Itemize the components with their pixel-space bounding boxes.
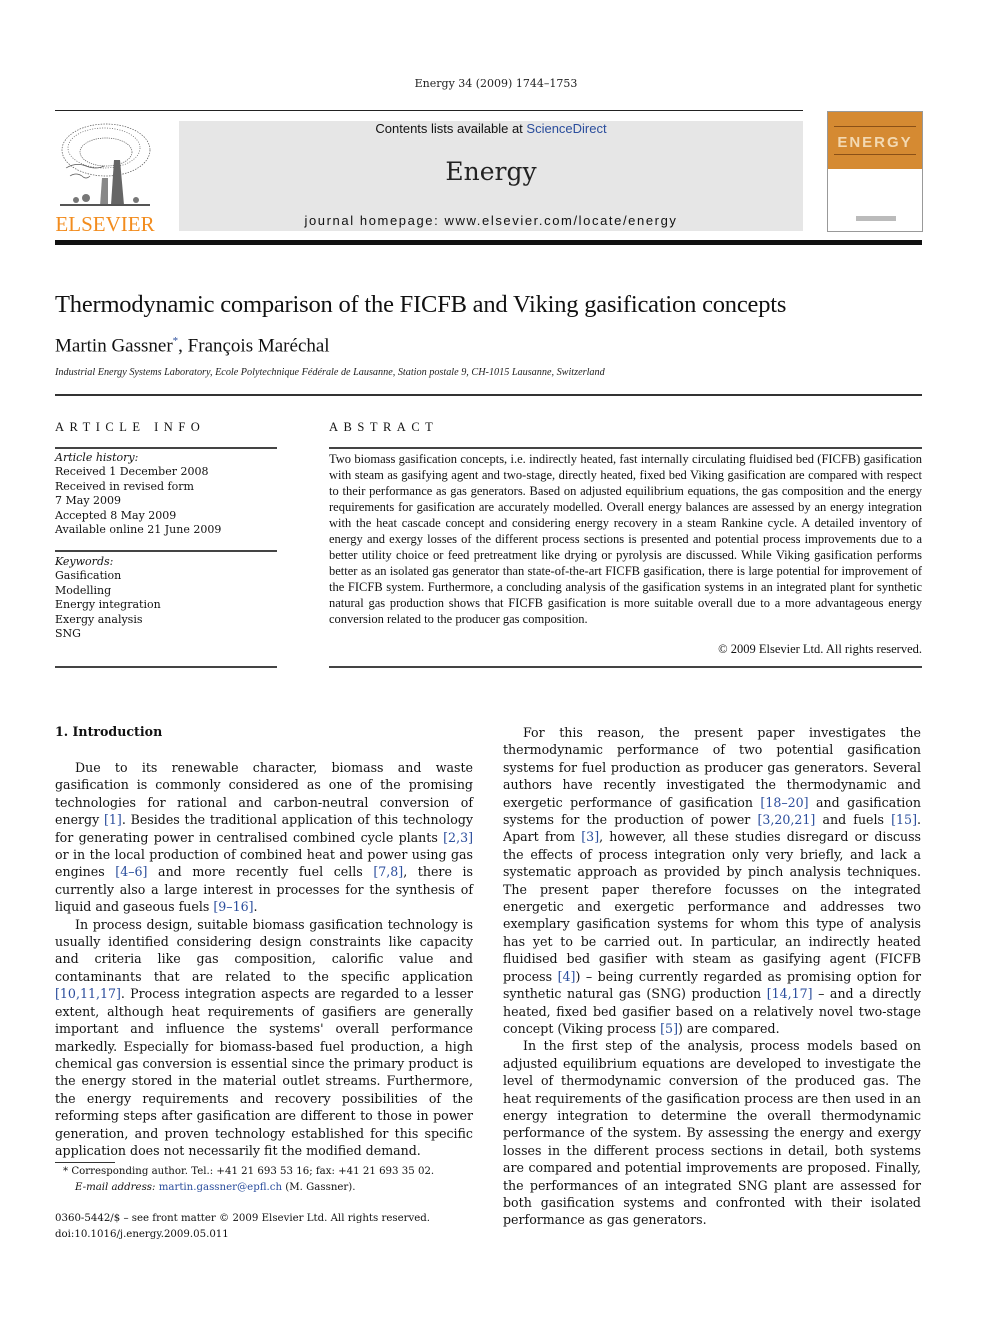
- author-separator: ,: [178, 335, 188, 357]
- abstract-rule: [329, 666, 922, 668]
- text-run: In the first step of the analysis, proce…: [503, 1038, 921, 1228]
- abstract-heading: ABSTRACT: [329, 420, 439, 434]
- cover-strip: [834, 154, 916, 155]
- footnote-rule: [55, 1162, 115, 1163]
- footnote-email-line: E-mail address: martin.gassner@epfl.ch (…: [55, 1180, 485, 1196]
- citation-link[interactable]: [3]: [581, 829, 599, 844]
- history-item: Available online 21 June 2009: [55, 523, 222, 537]
- article-info-rule: [55, 447, 277, 449]
- citation-link[interactable]: [4–6]: [115, 864, 147, 879]
- abstract-rule: [329, 447, 922, 449]
- article-info-rule: [55, 666, 277, 668]
- text-run: , however, all these studies disregard o…: [503, 829, 921, 984]
- front-matter: 0360-5442/$ – see front matter © 2009 El…: [55, 1211, 485, 1242]
- citation-link[interactable]: [1]: [104, 812, 122, 827]
- text-run: .: [253, 899, 258, 915]
- keyword: Gasification: [55, 569, 122, 583]
- history-label: Article history:: [55, 451, 139, 464]
- history-item: 7 May 2009: [55, 494, 122, 508]
- email-suffix: (M. Gassner).: [282, 1181, 356, 1193]
- citation-link[interactable]: [7,8]: [373, 864, 403, 879]
- paragraph: For this reason, the present paper inves…: [503, 724, 921, 1037]
- elsevier-logo[interactable]: ELSEVIER: [54, 120, 156, 236]
- text-run: In process design, suitable biomass gasi…: [55, 916, 473, 984]
- body-column-right: For this reason, the present paper inves…: [503, 724, 921, 1229]
- text-run: ) are compared.: [677, 1020, 780, 1036]
- journal-cover[interactable]: ENERGY: [827, 111, 923, 232]
- author-name[interactable]: Martin Gassner: [55, 335, 173, 356]
- abstract-copyright: © 2009 Elsevier Ltd. All rights reserved…: [718, 642, 922, 656]
- cover-title: ENERGY: [837, 134, 913, 151]
- citation-link[interactable]: [14,17]: [767, 986, 813, 1001]
- article-title: Thermodynamic comparison of the FICFB an…: [55, 291, 787, 318]
- paragraph: Due to its renewable character, biomass …: [55, 759, 473, 916]
- email-link[interactable]: martin.gassner@epfl.ch: [159, 1182, 282, 1193]
- article-info-heading: ARTICLE INFO: [55, 420, 206, 434]
- email-label: E-mail address:: [75, 1181, 156, 1193]
- article-info-rule: [55, 550, 277, 552]
- cover-sciencedirect-logo: [856, 216, 896, 221]
- author-list: Martin Gassner*, François Maréchal: [55, 335, 330, 357]
- citation-link[interactable]: [4]: [558, 969, 576, 984]
- citation-link[interactable]: [18–20]: [760, 795, 808, 810]
- keyword: Modelling: [55, 583, 112, 597]
- tree-icon: [60, 123, 151, 206]
- contents-prefix: Contents lists available at: [375, 121, 527, 136]
- paragraph: In process design, suitable biomass gasi…: [55, 916, 473, 1160]
- cover-top: ENERGY: [828, 112, 922, 169]
- section-heading: 1. Introduction: [55, 724, 163, 739]
- author-name[interactable]: François Maréchal: [188, 335, 330, 356]
- journal-name: Energy: [445, 157, 537, 186]
- text-run: . Process integration aspects are regard…: [55, 986, 473, 1158]
- footnote: * Corresponding author. Tel.: +41 21 693…: [55, 1164, 485, 1195]
- body-column-left: Due to its renewable character, biomass …: [55, 759, 473, 1159]
- journal-banner: Contents lists available at ScienceDirec…: [179, 121, 803, 231]
- paragraph: In the first step of the analysis, proce…: [503, 1037, 921, 1228]
- keywords-label: Keywords:: [55, 555, 114, 568]
- sciencedirect-link[interactable]: ScienceDirect: [526, 121, 606, 136]
- citation-link[interactable]: [10,11,17]: [55, 986, 121, 1001]
- running-head: Energy 34 (2009) 1744–1753: [414, 77, 578, 90]
- text-run: and more recently fuel cells: [147, 864, 374, 880]
- footnote-line: * Corresponding author. Tel.: +41 21 693…: [55, 1164, 485, 1180]
- history-item: Received in revised form: [55, 479, 194, 493]
- section-rule: [55, 394, 922, 396]
- keyword: SNG: [55, 627, 81, 641]
- citation-link[interactable]: [9–16]: [213, 899, 253, 914]
- citation-link[interactable]: [5]: [660, 1021, 678, 1036]
- text-run: and fuels: [815, 812, 892, 828]
- citation-link[interactable]: [3,20,21]: [757, 812, 815, 827]
- doi-line[interactable]: doi:10.1016/j.energy.2009.05.011: [55, 1227, 485, 1243]
- history-item: Accepted 8 May 2009: [55, 508, 177, 522]
- footnote-text: Corresponding author. Tel.: +41 21 693 5…: [68, 1166, 435, 1177]
- article-history: Article history: Received 1 December 200…: [55, 451, 277, 537]
- citation-link[interactable]: [2,3]: [443, 830, 473, 845]
- cover-strip: [834, 126, 916, 127]
- citation-link[interactable]: [15]: [891, 812, 917, 827]
- keyword: Exergy analysis: [55, 612, 143, 626]
- keyword: Energy integration: [55, 598, 161, 612]
- affiliation: Industrial Energy Systems Laboratory, Ec…: [55, 367, 605, 378]
- journal-homepage[interactable]: journal homepage: www.elsevier.com/locat…: [179, 213, 803, 228]
- history-item: Received 1 December 2008: [55, 465, 209, 479]
- issn-line: 0360-5442/$ – see front matter © 2009 El…: [55, 1213, 431, 1224]
- keywords: Keywords: Gasification Modelling Energy …: [55, 555, 277, 641]
- abstract-text: Two biomass gasification concepts, i.e. …: [329, 452, 922, 626]
- contents-line: Contents lists available at ScienceDirec…: [179, 121, 803, 136]
- publisher-name: ELSEVIER: [55, 212, 155, 236]
- header-thick-rule: [55, 240, 922, 245]
- header-rule: [55, 110, 803, 111]
